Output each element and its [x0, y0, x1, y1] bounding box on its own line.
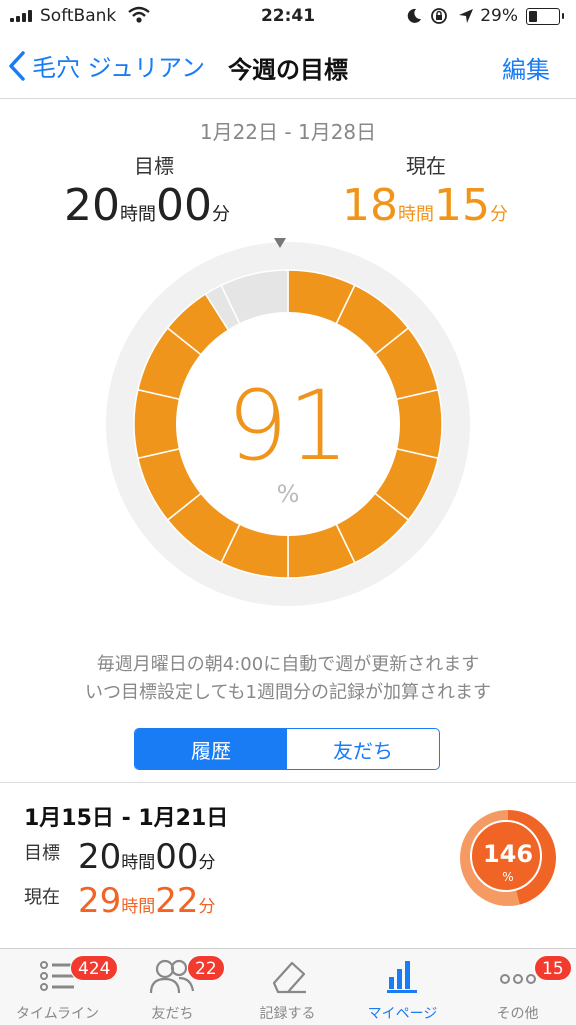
history-goal-hours: 20	[78, 837, 122, 877]
percent-value: 91	[226, 370, 350, 482]
goal-hours: 20	[64, 180, 120, 231]
segmented-control: 履歴 友だち	[134, 728, 440, 770]
rotation-lock-icon	[431, 8, 447, 24]
tab-more[interactable]: 15 その他	[460, 949, 575, 1025]
edit-button[interactable]: 編集	[502, 50, 550, 85]
badge-timeline: 424	[70, 955, 119, 981]
history-current-value: 29時間22分	[78, 881, 216, 921]
tab-bar: 424 タイムライン 22 友だち 記録する マイページ 15 その他	[0, 948, 576, 1025]
status-bar: SoftBank 22:41 29%	[0, 0, 576, 34]
tab-history[interactable]: 履歴	[135, 729, 287, 769]
history-goal-label: 目標	[24, 843, 60, 864]
tab-label: マイページ	[367, 1006, 438, 1022]
history-row[interactable]: 1月15日 - 1月21日 目標 20時間00分 現在 29時間22分 146 …	[0, 783, 576, 945]
badge-more: 15	[534, 955, 572, 981]
goal-minutes: 00	[156, 180, 212, 231]
navigation-bar: 毛穴 ジュリアン 今週の目標 編集	[0, 34, 576, 99]
tab-label: タイムライン	[15, 1006, 100, 1022]
tab-label: 記録する	[259, 1006, 316, 1022]
location-icon	[459, 9, 473, 23]
tab-timeline[interactable]: 424 タイムライン	[0, 949, 119, 1025]
current-hours: 18	[342, 180, 398, 231]
back-button[interactable]: 毛穴 ジュリアン	[8, 48, 205, 83]
history-current-hours: 29	[78, 881, 122, 921]
current-value: 18時間15分	[342, 180, 508, 231]
history-date-range: 1月15日 - 1月21日	[24, 806, 229, 831]
battery-icon	[526, 8, 564, 25]
percent-sign: %	[276, 480, 300, 508]
minute-unit: 分	[198, 897, 216, 917]
minute-unit: 分	[198, 853, 216, 873]
history-percent-sign: %	[502, 870, 514, 884]
history-current-minutes: 22	[155, 881, 199, 921]
battery-percent: 29%	[480, 6, 518, 26]
minute-unit: 分	[212, 204, 230, 225]
current-label: 現在	[406, 154, 446, 178]
current-minutes: 15	[434, 180, 490, 231]
tab-friends[interactable]: 友だち	[287, 729, 439, 769]
minute-unit: 分	[490, 204, 508, 225]
history-percent-badge: 146 %	[460, 810, 556, 906]
moon-icon	[407, 8, 421, 23]
back-label: 毛穴 ジュリアン	[32, 54, 205, 82]
tab-mypage[interactable]: マイページ	[345, 949, 460, 1025]
tab-label: 友だち	[151, 1006, 194, 1022]
history-current-label: 現在	[24, 887, 60, 908]
hour-unit: 時間	[121, 853, 156, 873]
goal-label: 目標	[134, 154, 174, 178]
eraser-icon	[272, 961, 306, 994]
goal-value: 20時間00分	[64, 180, 230, 231]
tab-record[interactable]: 記録する	[230, 949, 345, 1025]
info-text-line1: 毎週月曜日の朝4:00に自動で週が更新されます	[96, 654, 480, 675]
info-text-line2: いつ目標設定しても1週間分の記録が加算されます	[84, 682, 491, 703]
hour-unit: 時間	[121, 897, 156, 917]
hour-unit: 時間	[120, 204, 156, 225]
page-title: 今週の目標	[228, 56, 348, 84]
history-percent-value: 146	[482, 840, 534, 868]
week-date-range: 1月22日 - 1月28日	[199, 120, 377, 144]
badge-friends: 22	[187, 955, 225, 981]
bar-chart-icon	[387, 961, 417, 993]
hour-unit: 時間	[398, 204, 434, 225]
history-goal-value: 20時間00分	[78, 837, 216, 877]
history-goal-minutes: 00	[155, 837, 199, 877]
chevron-left-icon	[9, 50, 25, 81]
tab-label: その他	[496, 1006, 539, 1022]
tab-friends-nav[interactable]: 22 友だち	[115, 949, 230, 1025]
